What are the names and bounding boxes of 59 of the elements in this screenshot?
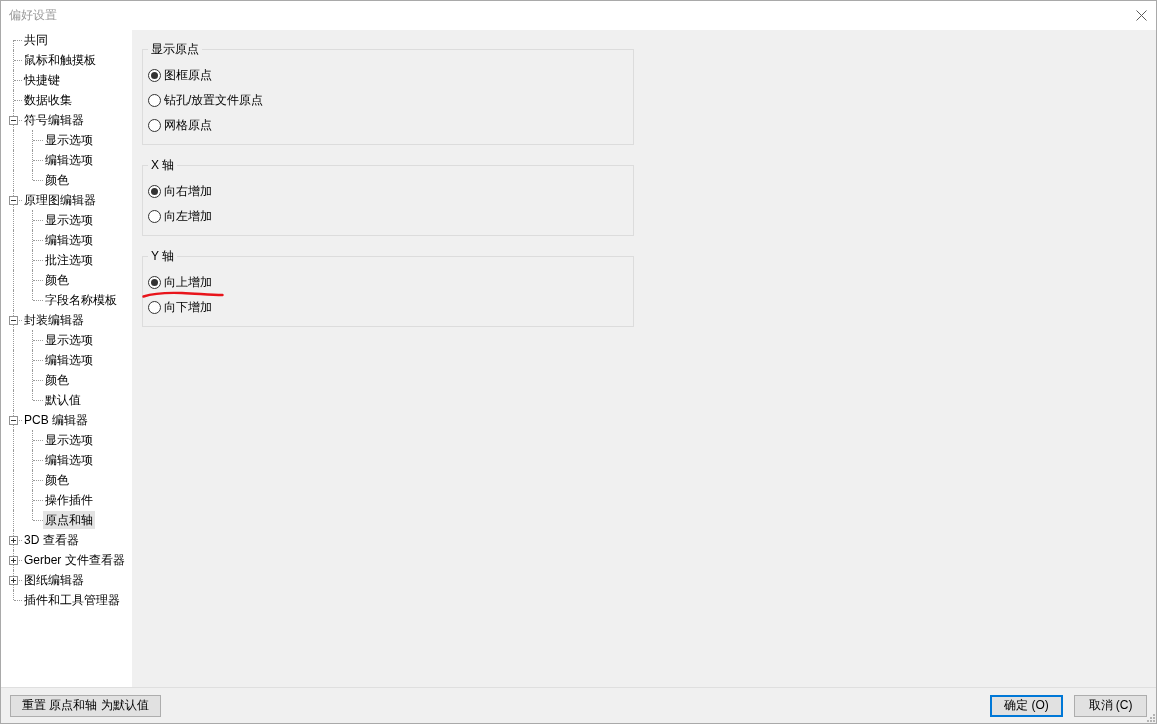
- tree-item[interactable]: 编辑选项: [43, 151, 95, 169]
- tree-item[interactable]: 编辑选项: [43, 231, 95, 249]
- tree-item[interactable]: 颜色: [43, 271, 71, 289]
- tree-item[interactable]: 符号编辑器: [22, 111, 86, 129]
- tree-item[interactable]: 批注选项: [43, 251, 95, 269]
- radio-option[interactable]: 网格原点: [148, 113, 212, 138]
- tree-item[interactable]: 颜色: [43, 171, 71, 189]
- tree-item[interactable]: 原点和轴: [43, 511, 95, 529]
- group-title: Y 轴: [150, 248, 176, 264]
- radio-icon[interactable]: [148, 301, 161, 314]
- tree-item[interactable]: 快捷键: [22, 71, 62, 89]
- tree-item[interactable]: 原理图编辑器: [22, 191, 98, 209]
- dialog-button[interactable]: 取消 (C): [1074, 694, 1147, 717]
- tree-item[interactable]: 鼠标和触摸板: [22, 51, 98, 69]
- radio-option[interactable]: 向左增加: [148, 204, 212, 229]
- dialog-button[interactable]: 确定 (O): [990, 694, 1063, 717]
- resize-grip-icon[interactable]: [1147, 714, 1155, 722]
- radio-icon[interactable]: [148, 94, 161, 107]
- tree-item[interactable]: 显示选项: [43, 431, 95, 449]
- plus-box-icon[interactable]: [9, 555, 18, 565]
- radio-icon[interactable]: [148, 276, 161, 289]
- radio-icon[interactable]: [148, 185, 161, 198]
- plus-box-icon[interactable]: [9, 575, 18, 585]
- close-icon[interactable]: [1136, 10, 1147, 21]
- tree-item[interactable]: 显示选项: [43, 331, 95, 349]
- tree-item[interactable]: 3D 查看器: [22, 531, 81, 549]
- tree-item[interactable]: Gerber 文件查看器: [22, 551, 127, 569]
- tree-item[interactable]: 显示选项: [43, 131, 95, 149]
- plus-box-icon[interactable]: [9, 535, 18, 545]
- tree-item[interactable]: 字段名称模板: [43, 291, 119, 309]
- tree-item[interactable]: 操作插件: [43, 491, 95, 509]
- radio-option[interactable]: 向上增加: [148, 270, 212, 295]
- group-title: X 轴: [150, 157, 176, 173]
- radio-option[interactable]: 向下增加: [148, 295, 212, 320]
- tree-item[interactable]: 显示选项: [43, 211, 95, 229]
- tree-item[interactable]: 共同: [22, 31, 50, 49]
- radio-icon[interactable]: [148, 119, 161, 132]
- radio-option[interactable]: 向右增加: [148, 179, 212, 204]
- tree-item[interactable]: 编辑选项: [43, 351, 95, 369]
- tree-item[interactable]: 插件和工具管理器: [22, 591, 122, 609]
- reset-button[interactable]: 重置 原点和轴 为默认值: [10, 694, 161, 717]
- tree-item[interactable]: 图纸编辑器: [22, 571, 86, 589]
- tree-item[interactable]: 编辑选项: [43, 451, 95, 469]
- group-title: 显示原点: [150, 41, 200, 57]
- minus-box-icon[interactable]: [9, 115, 18, 125]
- tree-item[interactable]: PCB 编辑器: [22, 411, 90, 429]
- minus-box-icon[interactable]: [9, 415, 18, 425]
- tree-item[interactable]: 颜色: [43, 471, 71, 489]
- window-title: 偏好设置: [9, 7, 57, 24]
- radio-icon[interactable]: [148, 69, 161, 82]
- radio-icon[interactable]: [148, 210, 161, 223]
- tree-item[interactable]: 数据收集: [22, 91, 74, 109]
- tree-item[interactable]: 封装编辑器: [22, 311, 86, 329]
- minus-box-icon[interactable]: [9, 315, 18, 325]
- tree-item[interactable]: 默认值: [43, 391, 83, 409]
- radio-option[interactable]: 钻孔/放置文件原点: [148, 88, 264, 113]
- minus-box-icon[interactable]: [9, 195, 18, 205]
- tree-item[interactable]: 颜色: [43, 371, 71, 389]
- radio-option[interactable]: 图框原点: [148, 63, 212, 88]
